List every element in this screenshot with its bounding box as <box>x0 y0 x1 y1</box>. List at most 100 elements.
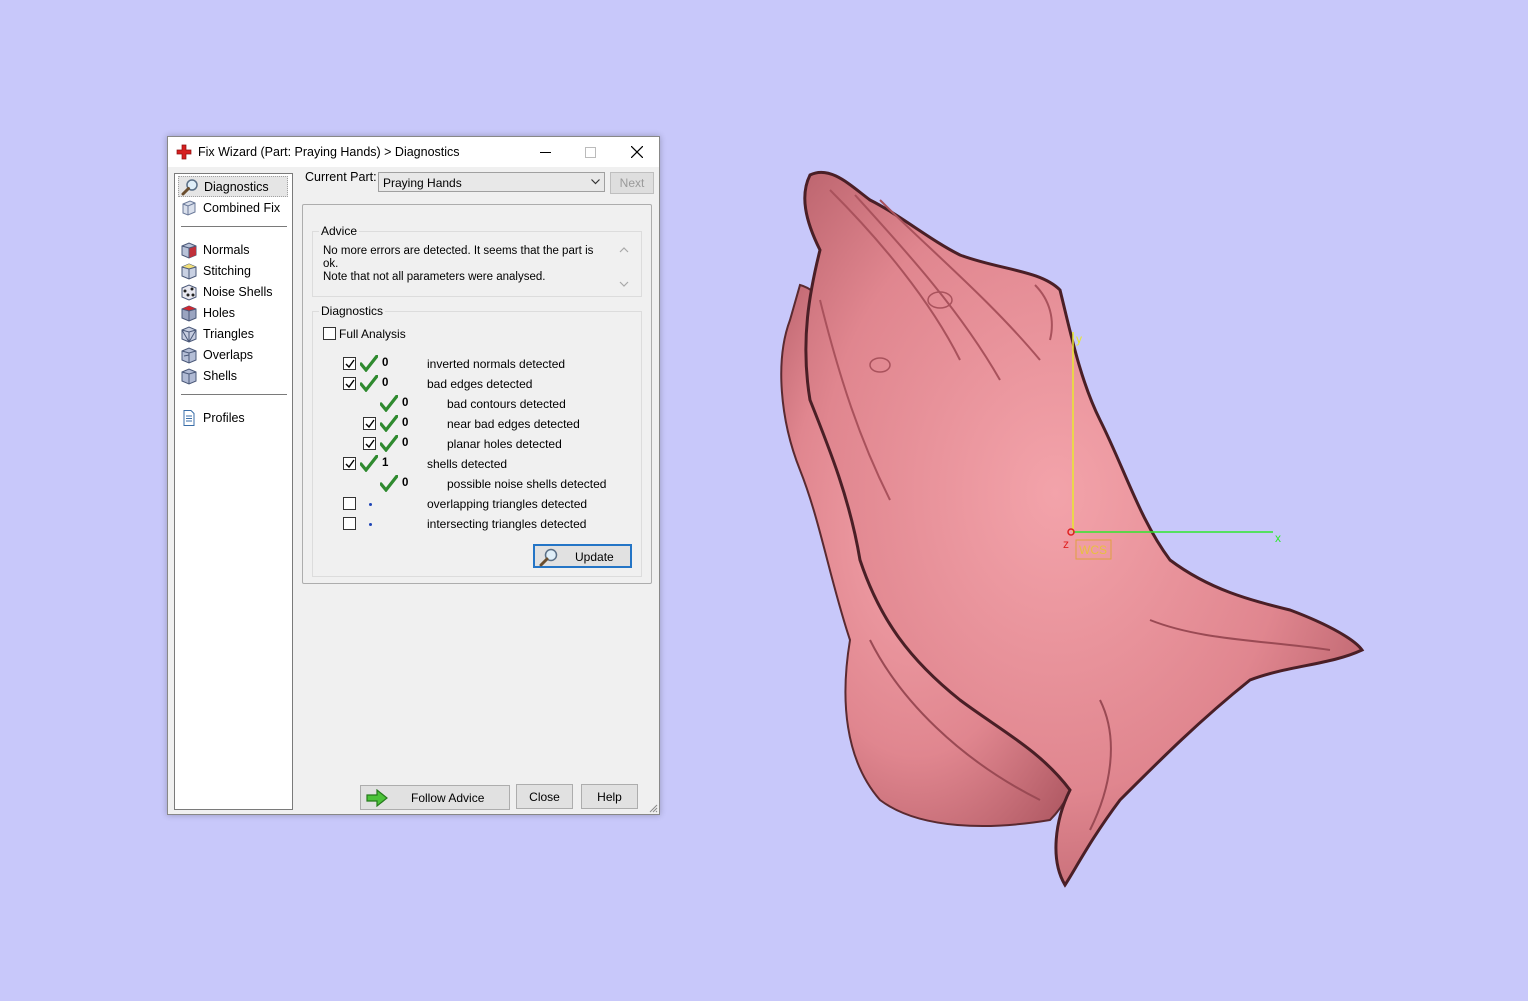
nav-label-normals: Normals <box>203 242 250 257</box>
ok-check-icon <box>360 375 378 392</box>
help-button[interactable]: Help <box>581 784 638 809</box>
current-part-value: Praying Hands <box>383 176 462 190</box>
axis-z-label: z <box>1063 537 1069 551</box>
nav-label-triangles: Triangles <box>203 326 254 341</box>
magnifier-icon <box>181 178 198 195</box>
close-window-button[interactable] <box>614 137 659 167</box>
inverted-normals-count: 0 <box>382 357 389 369</box>
shells-count: 1 <box>382 457 389 469</box>
noise-shells-label: possible noise shells detected <box>447 477 607 491</box>
diagnostics-title: Diagnostics <box>319 304 386 318</box>
shells-label: shells detected <box>427 457 508 471</box>
current-part-select[interactable]: Praying Hands <box>378 172 605 192</box>
wizard-nav: Diagnostics Combined Fix Normals Stitchi… <box>174 173 293 810</box>
nav-item-stitching[interactable]: Stitching <box>178 260 288 281</box>
arrow-right-icon <box>366 789 388 807</box>
nav-item-normals[interactable]: Normals <box>178 239 288 260</box>
update-label: Update <box>575 550 614 564</box>
overlapping-triangles-checkbox[interactable] <box>343 497 356 510</box>
nav-item-shells[interactable]: Shells <box>178 365 288 386</box>
nav-item-noise-shells[interactable]: Noise Shells <box>178 281 288 302</box>
ok-check-icon <box>380 415 398 432</box>
bad-edges-checkbox[interactable] <box>343 377 356 390</box>
planar-holes-checkbox[interactable] <box>363 437 376 450</box>
diagnostics-group: Diagnostics Full Analysis 0 inverted nor… <box>312 304 642 577</box>
window-title: Fix Wizard (Part: Praying Hands) > Diagn… <box>198 145 460 159</box>
nav-item-diagnostics[interactable]: Diagnostics <box>178 176 288 197</box>
advice-line-2: Note that not all parameters were analys… <box>323 271 546 283</box>
nav-label-holes: Holes <box>203 305 235 320</box>
near-bad-edges-checkbox[interactable] <box>363 417 376 430</box>
advice-line-1: No more errors are detected. It seems th… <box>323 245 594 270</box>
full-analysis-checkbox[interactable] <box>323 327 336 340</box>
noise-shells-count: 0 <box>402 477 409 489</box>
shells-checkbox[interactable] <box>343 457 356 470</box>
nav-label-stitching: Stitching <box>203 263 251 278</box>
current-part-label: Current Part: <box>305 170 377 184</box>
close-icon <box>630 146 643 158</box>
wcs-label: WCS <box>1079 543 1107 557</box>
ok-check-icon <box>380 395 398 412</box>
planar-holes-label: planar holes detected <box>447 437 562 451</box>
normals-cube-icon <box>181 241 197 259</box>
nav-label-diagnostics: Diagnostics <box>204 179 269 194</box>
noise-shells-icon <box>181 283 197 301</box>
update-button[interactable]: Update <box>533 544 632 568</box>
chevron-down-icon <box>591 179 600 185</box>
stitching-cube-icon <box>181 262 197 280</box>
nav-item-overlaps[interactable]: Overlaps <box>178 344 288 365</box>
bad-contours-count: 0 <box>402 397 409 409</box>
advice-title: Advice <box>319 224 360 238</box>
bad-contours-label: bad contours detected <box>447 397 566 411</box>
follow-advice-button[interactable]: Follow Advice <box>360 785 510 810</box>
follow-advice-label: Follow Advice <box>411 791 485 805</box>
document-icon <box>183 409 195 426</box>
triangles-cube-icon <box>181 325 197 343</box>
advice-scrollbar[interactable] <box>617 244 631 290</box>
ok-check-icon <box>380 435 398 452</box>
nav-separator <box>181 394 287 395</box>
ok-check-icon <box>360 455 378 472</box>
ok-check-icon <box>360 355 378 372</box>
bad-edges-count: 0 <box>382 377 389 389</box>
inverted-normals-checkbox[interactable] <box>343 357 356 370</box>
nav-separator <box>181 226 287 227</box>
magnifier-icon <box>539 548 558 567</box>
nav-item-combined-fix[interactable]: Combined Fix <box>178 197 288 218</box>
nav-label-profiles: Profiles <box>203 410 245 425</box>
not-analysed-dot-icon <box>369 523 372 526</box>
nav-label-noise-shells: Noise Shells <box>203 284 273 299</box>
overlapping-triangles-label: overlapping triangles detected <box>427 497 588 511</box>
diagnostics-panel: Advice No more errors are detected. It s… <box>302 204 652 584</box>
nav-item-holes[interactable]: Holes <box>178 302 288 323</box>
minimize-button[interactable] <box>523 137 568 167</box>
ok-check-icon <box>380 475 398 492</box>
shells-cube-icon <box>181 367 197 385</box>
minimize-icon <box>540 151 551 153</box>
nav-item-triangles[interactable]: Triangles <box>178 323 288 344</box>
fix-wizard-dialog: Fix Wizard (Part: Praying Hands) > Diagn… <box>167 136 660 815</box>
next-button[interactable]: Next <box>610 172 654 194</box>
intersecting-triangles-label: intersecting triangles detected <box>427 517 587 531</box>
close-button[interactable]: Close <box>516 784 573 809</box>
intersecting-triangles-checkbox[interactable] <box>343 517 356 530</box>
title-bar[interactable]: Fix Wizard (Part: Praying Hands) > Diagn… <box>168 137 659 167</box>
holes-cube-icon <box>181 304 197 322</box>
nav-label-combined-fix: Combined Fix <box>203 200 281 215</box>
nav-label-shells: Shells <box>203 368 238 383</box>
bad-edges-label: bad edges detected <box>427 377 533 391</box>
near-bad-edges-count: 0 <box>402 417 409 429</box>
nav-item-profiles[interactable]: Profiles <box>178 407 288 428</box>
axis-x-label: x <box>1275 531 1281 545</box>
planar-holes-count: 0 <box>402 437 409 449</box>
near-bad-edges-label: near bad edges detected <box>447 417 580 431</box>
inverted-normals-label: inverted normals detected <box>427 357 566 371</box>
overlaps-cube-icon <box>181 346 197 364</box>
full-analysis-label: Full Analysis <box>339 327 406 341</box>
not-analysed-dot-icon <box>369 503 372 506</box>
resize-grip-icon[interactable] <box>648 803 658 813</box>
cube-icon <box>182 199 196 216</box>
nav-label-overlaps: Overlaps <box>203 347 254 362</box>
maximize-button[interactable] <box>568 137 613 167</box>
advice-text: No more errors are detected. It seems th… <box>323 245 603 284</box>
